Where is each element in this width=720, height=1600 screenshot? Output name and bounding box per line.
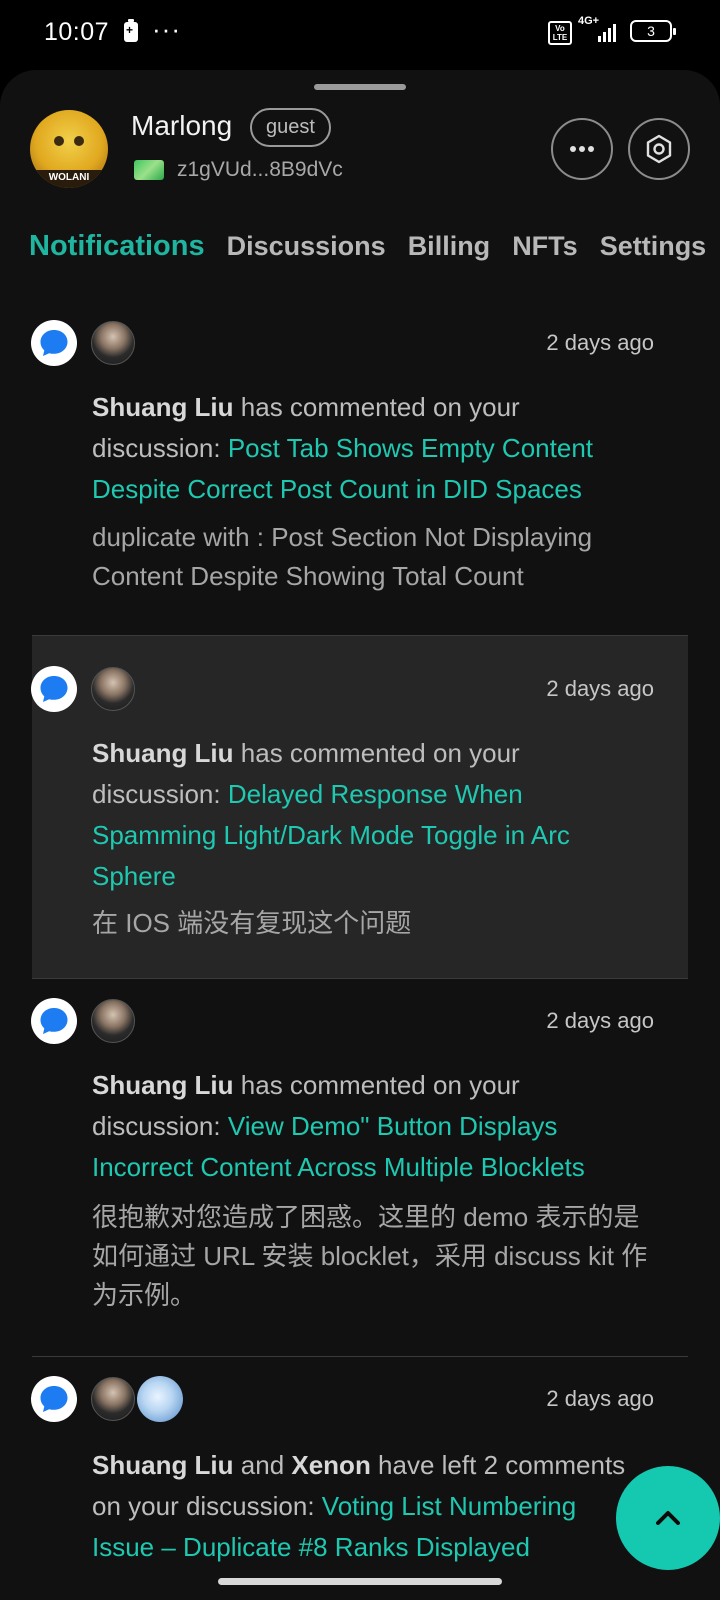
tab-nfts[interactable]: NFTs xyxy=(512,231,578,262)
status-bar: 10:07 ··· Vo LTE 4G+ 3 xyxy=(0,0,720,66)
notification-item[interactable]: 2 days ago Shuang Liu and Xenon have lef… xyxy=(0,1360,720,1600)
avatar[interactable]: WOLANI xyxy=(30,110,108,188)
tab-notifications[interactable]: Notifications xyxy=(29,230,205,263)
more-button[interactable] xyxy=(551,118,613,180)
notification-item[interactable]: 2 days ago Shuang Liu has commented on y… xyxy=(0,312,720,612)
actor-name[interactable]: Shuang Liu xyxy=(92,738,234,768)
scroll-to-top-button[interactable] xyxy=(616,1466,720,1570)
divider xyxy=(32,1356,688,1357)
comment-excerpt: 在 IOS 端没有复现这个问题 xyxy=(92,908,412,938)
avatar[interactable] xyxy=(91,667,135,711)
notification-text: Shuang Liu has commented on your discuss… xyxy=(92,733,632,897)
notification-time: 2 days ago xyxy=(546,330,654,355)
avatar[interactable] xyxy=(137,1376,183,1422)
comment-excerpt: 很抱歉对您造成了困惑。这里的 demo 表示的是如何通过 URL 安装 bloc… xyxy=(92,1202,648,1310)
notification-item[interactable]: 2 days ago Shuang Liu has commented on y… xyxy=(0,982,720,1322)
drag-handle[interactable] xyxy=(314,84,406,90)
avatar[interactable] xyxy=(91,999,135,1043)
actor-name[interactable]: Shuang Liu xyxy=(92,1070,234,1100)
tab-settings[interactable]: Settings xyxy=(600,231,707,262)
tab-billing[interactable]: Billing xyxy=(408,231,491,262)
notification-time: 2 days ago xyxy=(546,1008,654,1033)
notification-time: 2 days ago xyxy=(546,1386,654,1411)
comment-excerpt: duplicate with : Post Section Not Displa… xyxy=(92,522,593,591)
chat-bubble-icon xyxy=(31,998,77,1044)
battery-saver-icon xyxy=(124,19,138,42)
notification-item[interactable]: 2 days ago Shuang Liu has commented on y… xyxy=(31,635,688,979)
notification-text: Shuang Liu has commented on your discuss… xyxy=(92,387,652,510)
more-horizontal-icon xyxy=(570,146,594,152)
chevron-up-icon xyxy=(656,1511,680,1525)
tab-discussions[interactable]: Discussions xyxy=(227,231,386,262)
avatar[interactable] xyxy=(91,1377,135,1421)
avatar-caption: WOLANI xyxy=(30,170,108,188)
actor-name[interactable]: Xenon xyxy=(291,1450,370,1480)
user-name: Marlong xyxy=(131,110,233,141)
actor-name[interactable]: Shuang Liu xyxy=(92,392,234,422)
role-badge: guest xyxy=(250,108,331,147)
gesture-nav-bar[interactable] xyxy=(218,1578,502,1585)
did-address[interactable]: z1gVUd...8B9dVc xyxy=(177,158,343,182)
actor-name[interactable]: Shuang Liu xyxy=(92,1450,234,1480)
notification-connector: and xyxy=(233,1450,292,1480)
status-time: 10:07 xyxy=(44,18,110,46)
settings-button[interactable] xyxy=(628,118,690,180)
tab-bar: Notifications Discussions Billing NFTs Setti… xyxy=(29,230,720,280)
hexagon-settings-icon xyxy=(646,134,672,164)
network-type: 4G+ xyxy=(578,15,600,27)
battery-icon: 3 xyxy=(630,20,676,42)
chat-bubble-icon xyxy=(31,666,77,712)
chat-bubble-icon xyxy=(31,1376,77,1422)
notification-text: Shuang Liu and Xenon have left 2 comment… xyxy=(92,1445,632,1568)
did-icon xyxy=(134,160,164,180)
volte-icon: Vo LTE xyxy=(548,21,572,45)
notification-text: Shuang Liu has commented on your discuss… xyxy=(92,1065,652,1188)
avatar[interactable] xyxy=(91,321,135,365)
user-center-sheet: WOLANI Marlong guest z1gVUd...8B9dVc Not… xyxy=(0,70,720,1600)
more-notifications-icon: ··· xyxy=(152,14,181,44)
chat-bubble-icon xyxy=(31,320,77,366)
notification-time: 2 days ago xyxy=(546,676,654,701)
signal-icon xyxy=(598,22,620,42)
